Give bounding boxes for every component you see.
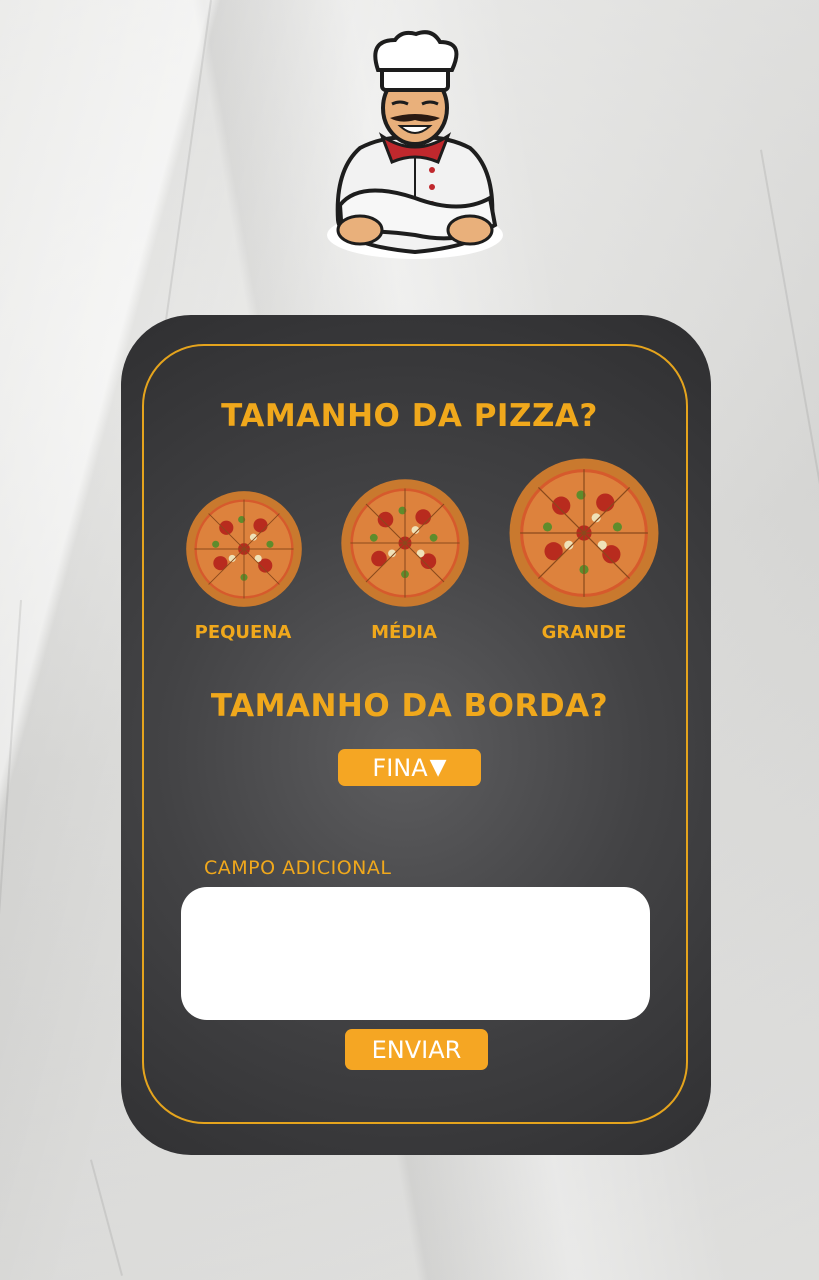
- size-option-small[interactable]: [185, 490, 303, 608]
- crust-size-heading: TAMANHO DA BORDA?: [210, 688, 609, 724]
- pizza-icon: [186, 491, 302, 607]
- size-option-large[interactable]: [508, 457, 660, 609]
- caret-down-icon: ▼: [429, 755, 447, 780]
- size-label-small[interactable]: PEQUENA: [163, 622, 323, 643]
- additional-field-input[interactable]: [181, 887, 650, 1020]
- additional-field-label: CAMPO ADICIONAL: [204, 857, 392, 879]
- pizza-icon: [509, 458, 659, 608]
- pizza-icon: [341, 479, 469, 607]
- submit-button[interactable]: ENVIAR: [345, 1029, 488, 1070]
- size-option-medium[interactable]: [340, 478, 470, 608]
- crust-select-value: FINA: [372, 753, 428, 782]
- crust-select[interactable]: FINA ▼: [338, 749, 481, 786]
- chef-mascot-icon: [327, 30, 503, 259]
- pizza-size-heading: TAMANHO DA PIZZA?: [221, 398, 598, 434]
- size-label-large[interactable]: GRANDE: [504, 622, 664, 643]
- size-label-medium[interactable]: MÉDIA: [324, 622, 484, 643]
